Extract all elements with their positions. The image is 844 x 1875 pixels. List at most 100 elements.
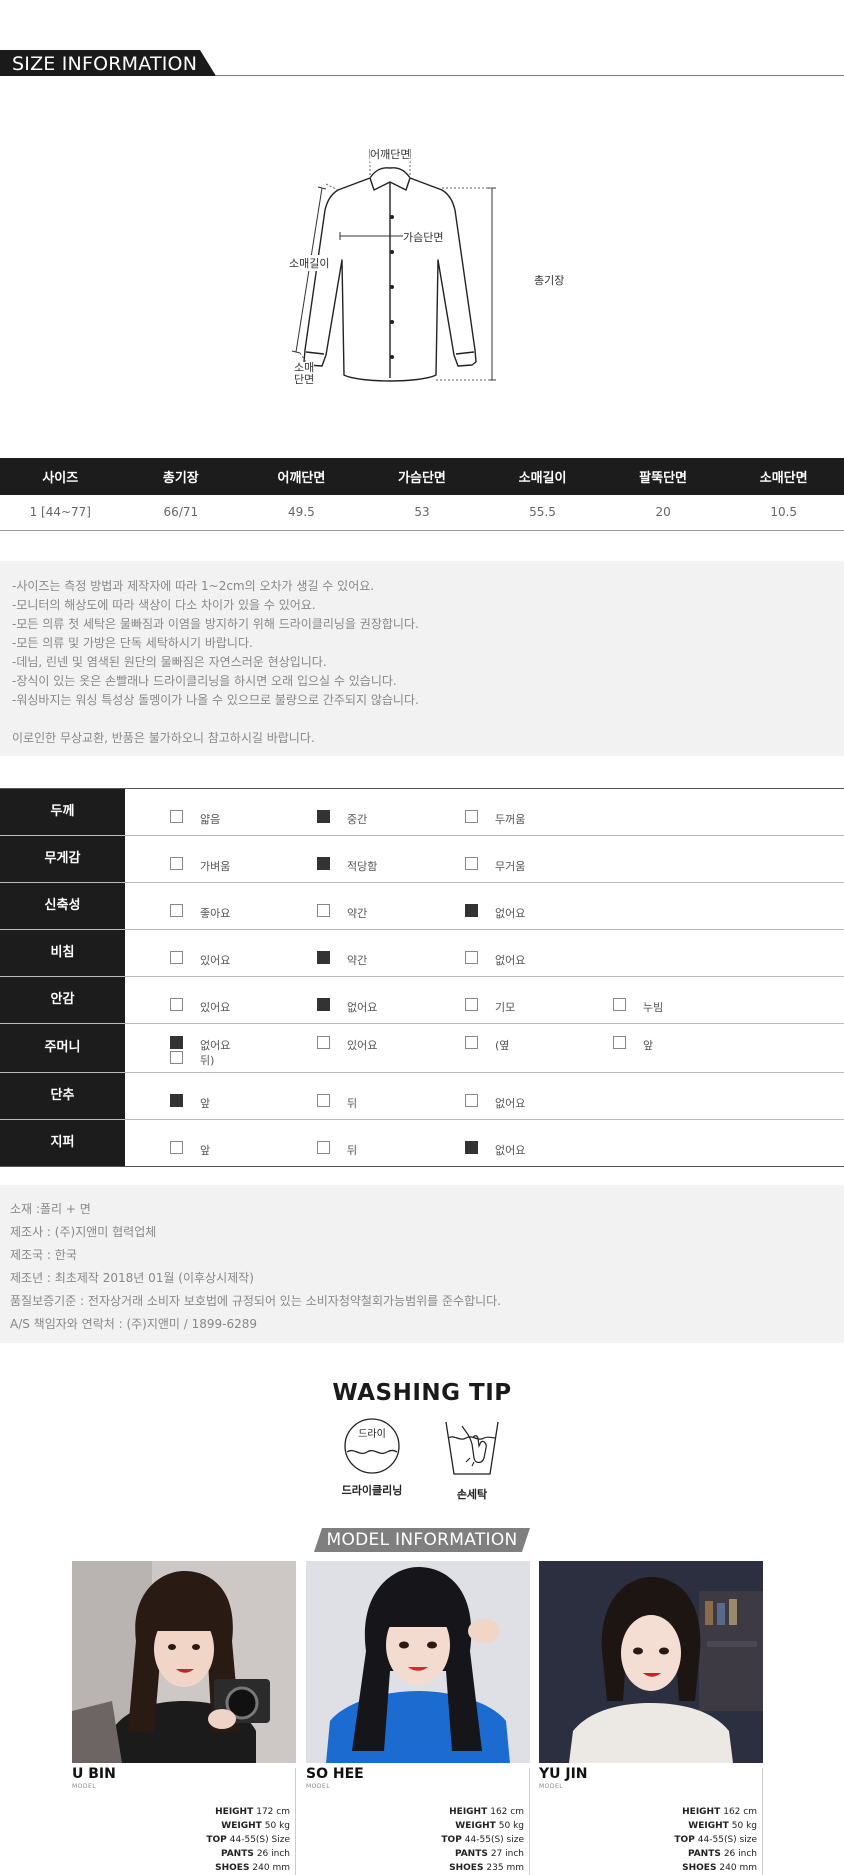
table-cell: 10.5 — [723, 495, 844, 531]
info-line: A/S 책임자와 연락처 : (주)지앤미 / 1899-6289 — [10, 1317, 258, 1331]
divider — [762, 1768, 763, 1875]
model-photo — [539, 1561, 763, 1763]
checkbox-unchecked — [317, 1036, 330, 1049]
checkbox-checked — [317, 998, 330, 1011]
wash-item-hand: 손세탁 — [440, 1418, 504, 1502]
model-name: U BIN — [72, 1766, 116, 1782]
stat-key: WEIGHT — [688, 1821, 729, 1831]
stat-weight: 50 kg — [731, 1821, 757, 1831]
info-line: 제조사 : (주)지앤미 협력업체 — [10, 1225, 157, 1239]
model-stats: HEIGHT 162 cm WEIGHT 50 kg TOP 44-55(S) siz… — [674, 1805, 757, 1875]
stat-key: HEIGHT — [682, 1807, 721, 1817]
table-row: 1 [44~77] 66/71 49.5 53 55.5 20 10.5 — [0, 495, 844, 531]
washing-tip-title: WASHING TIP — [332, 1380, 512, 1406]
model-stats: HEIGHT 162 cm WEIGHT 50 kg TOP 44-55(S) siz… — [441, 1805, 524, 1875]
stat-shoes: 240 mm — [719, 1863, 757, 1873]
table-cell: 20 — [602, 495, 724, 531]
stat-key: SHOES — [682, 1863, 717, 1873]
checkbox-unchecked — [170, 998, 183, 1011]
checkbox-checked — [170, 1036, 183, 1049]
info-line: 제조국 : 한국 — [10, 1248, 77, 1262]
checkbox-unchecked — [170, 904, 183, 917]
stat-key: SHOES — [449, 1863, 484, 1873]
model-card-yujin: YU JIN MODEL HEIGHT 162 cm WEIGHT 50 kg TO… — [539, 1561, 763, 1875]
option-label: 기모 — [495, 1001, 516, 1014]
option-label: 없어요 — [347, 1001, 378, 1014]
option-label: 무거움 — [495, 860, 526, 873]
checkbox-unchecked — [170, 1141, 183, 1154]
header-cell: 가슴단면 — [361, 458, 483, 495]
info-line: 제조년 : 최초제작 2018년 01월 (이후상시제작) — [10, 1271, 254, 1285]
stat-key: SHOES — [215, 1863, 250, 1873]
care-notes: -사이즈는 측정 방법과 제작자에 따라 1~2cm의 오차가 생길 수 있어요… — [0, 561, 844, 756]
model-card-ubin: U BIN MODEL HEIGHT 172 cm WEIGHT 50 kg TOP… — [72, 1561, 296, 1875]
note-line: -데님, 린넨 및 염색된 원단의 물빠짐은 자연스러운 현상입니다. — [12, 655, 327, 669]
checkbox-unchecked — [170, 810, 183, 823]
stat-key: PANTS — [454, 1849, 488, 1859]
attr-row-buttons: 단추 앞 뒤 없어요 — [0, 1073, 844, 1120]
stat-weight: 50 kg — [498, 1821, 524, 1831]
stat-key: PANTS — [687, 1849, 721, 1859]
dry-clean-icon: 드라이 — [344, 1418, 400, 1474]
wash-item-dry: 드라이 드라이클리닝 — [336, 1418, 408, 1498]
option-label: 없어요 — [495, 1144, 526, 1157]
size-info-header: SIZE INFORMATION — [0, 50, 844, 76]
option-label: 얇음 — [200, 813, 221, 826]
option-label: 없어요 — [495, 907, 526, 920]
model-name: YU JIN — [539, 1766, 588, 1782]
table-cell: 49.5 — [241, 495, 362, 531]
option-label: 약간 — [347, 907, 368, 920]
attr-label: 단추 — [0, 1073, 125, 1119]
attr-row-thickness: 두께 얇음 중간 두꺼움 — [0, 789, 844, 836]
stat-height: 172 cm — [256, 1807, 290, 1817]
stat-pants: 26 inch — [723, 1849, 757, 1859]
stat-shoes: 240 mm — [252, 1863, 290, 1873]
attr-label: 두께 — [0, 789, 125, 835]
fabric-attributes: 두께 얇음 중간 두꺼움 무게감 가벼움 적당함 무거움 신축성 좋아요 약간 … — [0, 788, 844, 1167]
option-label: 중간 — [347, 813, 368, 826]
cuff-label: 소매 단면 — [294, 361, 315, 386]
stat-shoes: 235 mm — [486, 1863, 524, 1873]
table-cell: 1 [44~77] — [0, 495, 121, 531]
model-sublabel: MODEL — [306, 1783, 331, 1790]
attr-row-zipper: 지퍼 앞 뒤 없어요 — [0, 1120, 844, 1167]
model-info-title: MODEL INFORMATION — [314, 1528, 530, 1552]
checkbox-unchecked — [170, 951, 183, 964]
option-label: 있어요 — [200, 954, 231, 967]
checkbox-checked — [317, 951, 330, 964]
option-label: 없어요 — [495, 954, 526, 967]
option-label: 뒤 — [347, 1097, 358, 1110]
table-cell: 66/71 — [120, 495, 242, 531]
info-line: 소재 :폴리 + 면 — [10, 1202, 91, 1216]
attr-row-sheerness: 비침 있어요 약간 없어요 — [0, 930, 844, 977]
divider — [295, 1768, 296, 1875]
stat-key: PANTS — [220, 1849, 254, 1859]
stat-key: HEIGHT — [449, 1807, 488, 1817]
model-photo — [72, 1561, 296, 1763]
shoulder-label: 어깨단면 — [370, 146, 411, 162]
shirt-diagram: 어깨단면 가슴단면 소매길이 총기장 소매 단면 — [270, 140, 570, 400]
checkbox-checked — [317, 857, 330, 870]
stat-key: HEIGHT — [215, 1807, 254, 1817]
attr-row-weight: 무게감 가벼움 적당함 무거움 — [0, 836, 844, 883]
option-label: 가벼움 — [200, 860, 231, 873]
stat-key: TOP — [206, 1835, 227, 1845]
attr-row-stretch: 신축성 좋아요 약간 없어요 — [0, 883, 844, 930]
option-label: 앞 — [200, 1144, 211, 1157]
checkbox-checked — [465, 904, 478, 917]
header-cell: 소매길이 — [482, 458, 603, 495]
table-cell: 55.5 — [482, 495, 603, 531]
checkbox-unchecked — [317, 1094, 330, 1107]
stat-top: 44-55(S) Size — [229, 1835, 290, 1845]
option-label: 뒤 — [347, 1144, 358, 1157]
size-info-tab: SIZE INFORMATION — [0, 50, 216, 76]
option-label: 있어요 — [200, 1001, 231, 1014]
attr-label: 주머니 — [0, 1024, 125, 1072]
checkbox-unchecked — [465, 1036, 478, 1049]
checkbox-unchecked — [613, 1036, 626, 1049]
checkbox-checked — [170, 1094, 183, 1107]
stat-key: WEIGHT — [221, 1821, 262, 1831]
option-label: 없어요 — [495, 1097, 526, 1110]
header-cell: 소매단면 — [723, 458, 844, 495]
checkbox-unchecked — [613, 998, 626, 1011]
